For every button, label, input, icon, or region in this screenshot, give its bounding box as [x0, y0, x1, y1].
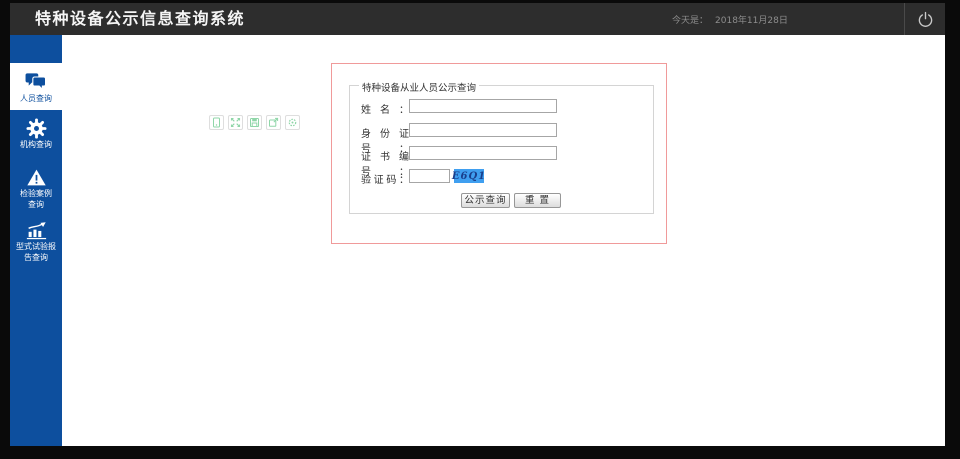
device-icon[interactable]: [209, 115, 224, 130]
captcha-input[interactable]: [409, 169, 450, 183]
sidebar-item-label-line2: 查询: [28, 200, 44, 209]
sidebar-nav: 人员查询 机构查询 检验案例 查询 型式试验报 告查询: [10, 35, 62, 446]
export-icon[interactable]: [266, 115, 281, 130]
sidebar-item-label-line1: 检验案例: [20, 189, 52, 198]
date-value: 2018年11月28日: [715, 15, 788, 26]
date-label: 今天是：: [672, 15, 709, 26]
form-row-certificate-number: 证书编号：: [350, 146, 653, 178]
captcha-image[interactable]: E6Q1: [452, 169, 485, 183]
reset-button[interactable]: 重 置: [514, 193, 561, 208]
form-row-name: 姓名：: [350, 99, 653, 116]
gear-icon: [25, 117, 47, 139]
header-bar: 特种设备公示信息查询系统 今天是： 2018年11月28日: [10, 3, 945, 35]
name-label: 姓名：: [361, 105, 409, 116]
captcha-label: 验证码：: [361, 175, 409, 186]
certificate-number-input[interactable]: [409, 146, 557, 160]
logout-button[interactable]: [904, 3, 945, 35]
settings-icon[interactable]: [285, 115, 300, 130]
sidebar-item-label: 机构查询: [20, 140, 52, 149]
query-panel: 特种设备从业人员公示查询 姓名： 身份证号： 证书编号： 验证码： E6Q1 公…: [331, 63, 667, 244]
mini-toolbar: [209, 115, 300, 130]
sidebar-item-type-test-report-query[interactable]: 型式试验报 告查询: [10, 219, 62, 263]
power-icon: [917, 11, 934, 28]
id-number-input[interactable]: [409, 123, 557, 137]
header-date: 今天是： 2018年11月28日: [672, 3, 788, 35]
main-content: 特种设备从业人员公示查询 姓名： 身份证号： 证书编号： 验证码： E6Q1 公…: [62, 35, 945, 446]
app-window: 特种设备公示信息查询系统 今天是： 2018年11月28日 人员查询 机构查询 …: [0, 0, 960, 459]
form-row-id-number: 身份证号：: [350, 123, 653, 155]
chat-bubbles-icon: [24, 71, 48, 93]
sidebar-item-label: 人员查询: [20, 94, 52, 103]
page-title: 特种设备公示信息查询系统: [35, 9, 246, 28]
personnel-query-fieldset: 特种设备从业人员公示查询 姓名： 身份证号： 证书编号： 验证码： E6Q1 公…: [349, 80, 654, 214]
sidebar-item-label-line2: 告查询: [24, 253, 48, 262]
warning-triangle-icon: [26, 166, 47, 188]
name-input[interactable]: [409, 99, 557, 113]
form-row-captcha: 验证码： E6Q1: [350, 169, 653, 186]
save-icon[interactable]: [247, 115, 262, 130]
form-buttons-row: 公示查询 重 置: [350, 193, 653, 208]
fieldset-legend: 特种设备从业人员公示查询: [359, 80, 480, 94]
bar-chart-icon: [26, 219, 47, 241]
sidebar-item-inspection-case-query[interactable]: 检验案例 查询: [10, 166, 62, 210]
sidebar-item-institution-query[interactable]: 机构查询: [10, 117, 62, 150]
sidebar-item-label-line1: 型式试验报: [16, 242, 56, 251]
submit-query-button[interactable]: 公示查询: [461, 193, 510, 208]
fullscreen-icon[interactable]: [228, 115, 243, 130]
sidebar-item-personnel-query[interactable]: 人员查询: [10, 63, 62, 110]
